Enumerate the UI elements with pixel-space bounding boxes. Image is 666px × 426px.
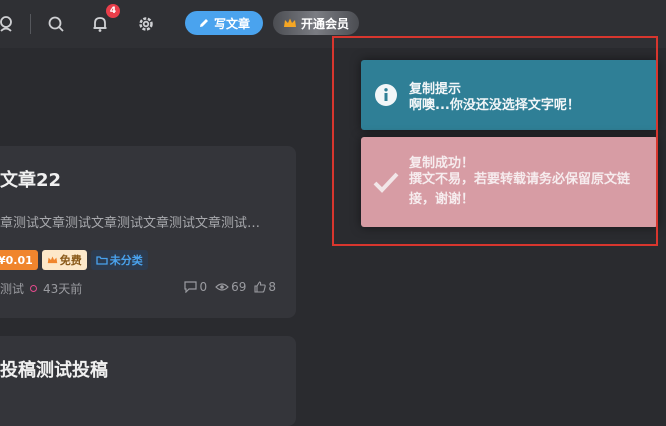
pencil-icon xyxy=(199,19,208,27)
comment-count: 0 xyxy=(199,280,208,294)
meta-dot-icon xyxy=(30,285,38,292)
free-label: 免费 xyxy=(59,254,82,267)
header-divider xyxy=(30,14,31,34)
comment-icon xyxy=(184,281,198,293)
highlight-box xyxy=(332,36,658,246)
price-value: ¥0.01 xyxy=(0,253,33,267)
category-tag[interactable]: 未分类 xyxy=(90,250,148,270)
write-article-button[interactable]: 写文章 xyxy=(185,11,263,35)
post-tags: ¥0.01 免费 未分类 xyxy=(0,250,148,270)
notification-badge: 4 xyxy=(106,4,120,18)
post-card[interactable]: 文章22 章测试文章测试文章测试文章测试文章测试… ¥0.01 免费 未分类 测… xyxy=(0,146,296,318)
view-count: 69 xyxy=(231,280,247,294)
free-tag: 免费 xyxy=(41,250,87,270)
price-tag: ¥0.01 xyxy=(0,250,38,270)
crown-icon xyxy=(47,256,58,264)
post-excerpt: 章测试文章测试文章测试文章测试文章测试… xyxy=(0,216,261,231)
thumbs-up-icon xyxy=(254,281,267,293)
post-card[interactable]: 投稿测试投稿 xyxy=(0,336,296,426)
post-meta: 测试 43天前 xyxy=(0,280,82,297)
write-article-label: 写文章 xyxy=(213,16,250,31)
post-author[interactable]: 测试 xyxy=(0,280,24,297)
user-icon[interactable] xyxy=(0,12,18,36)
post-stats: 0 69 8 xyxy=(184,280,276,294)
vip-button[interactable]: 开通会员 xyxy=(273,11,359,35)
crown-icon xyxy=(283,18,296,27)
vip-label: 开通会员 xyxy=(300,16,349,31)
category-label: 未分类 xyxy=(109,254,143,267)
view-stat: 69 xyxy=(215,280,246,294)
like-stat[interactable]: 8 xyxy=(254,280,276,294)
search-icon[interactable] xyxy=(44,12,68,36)
post-time: 43天前 xyxy=(43,282,83,296)
folder-icon xyxy=(96,256,108,265)
like-count: 8 xyxy=(268,280,276,294)
gear-icon[interactable] xyxy=(134,12,158,36)
post-title[interactable]: 文章22 xyxy=(0,166,61,192)
comment-stat: 0 xyxy=(184,280,207,294)
eye-icon xyxy=(215,283,229,291)
post-title[interactable]: 投稿测试投稿 xyxy=(0,356,108,382)
